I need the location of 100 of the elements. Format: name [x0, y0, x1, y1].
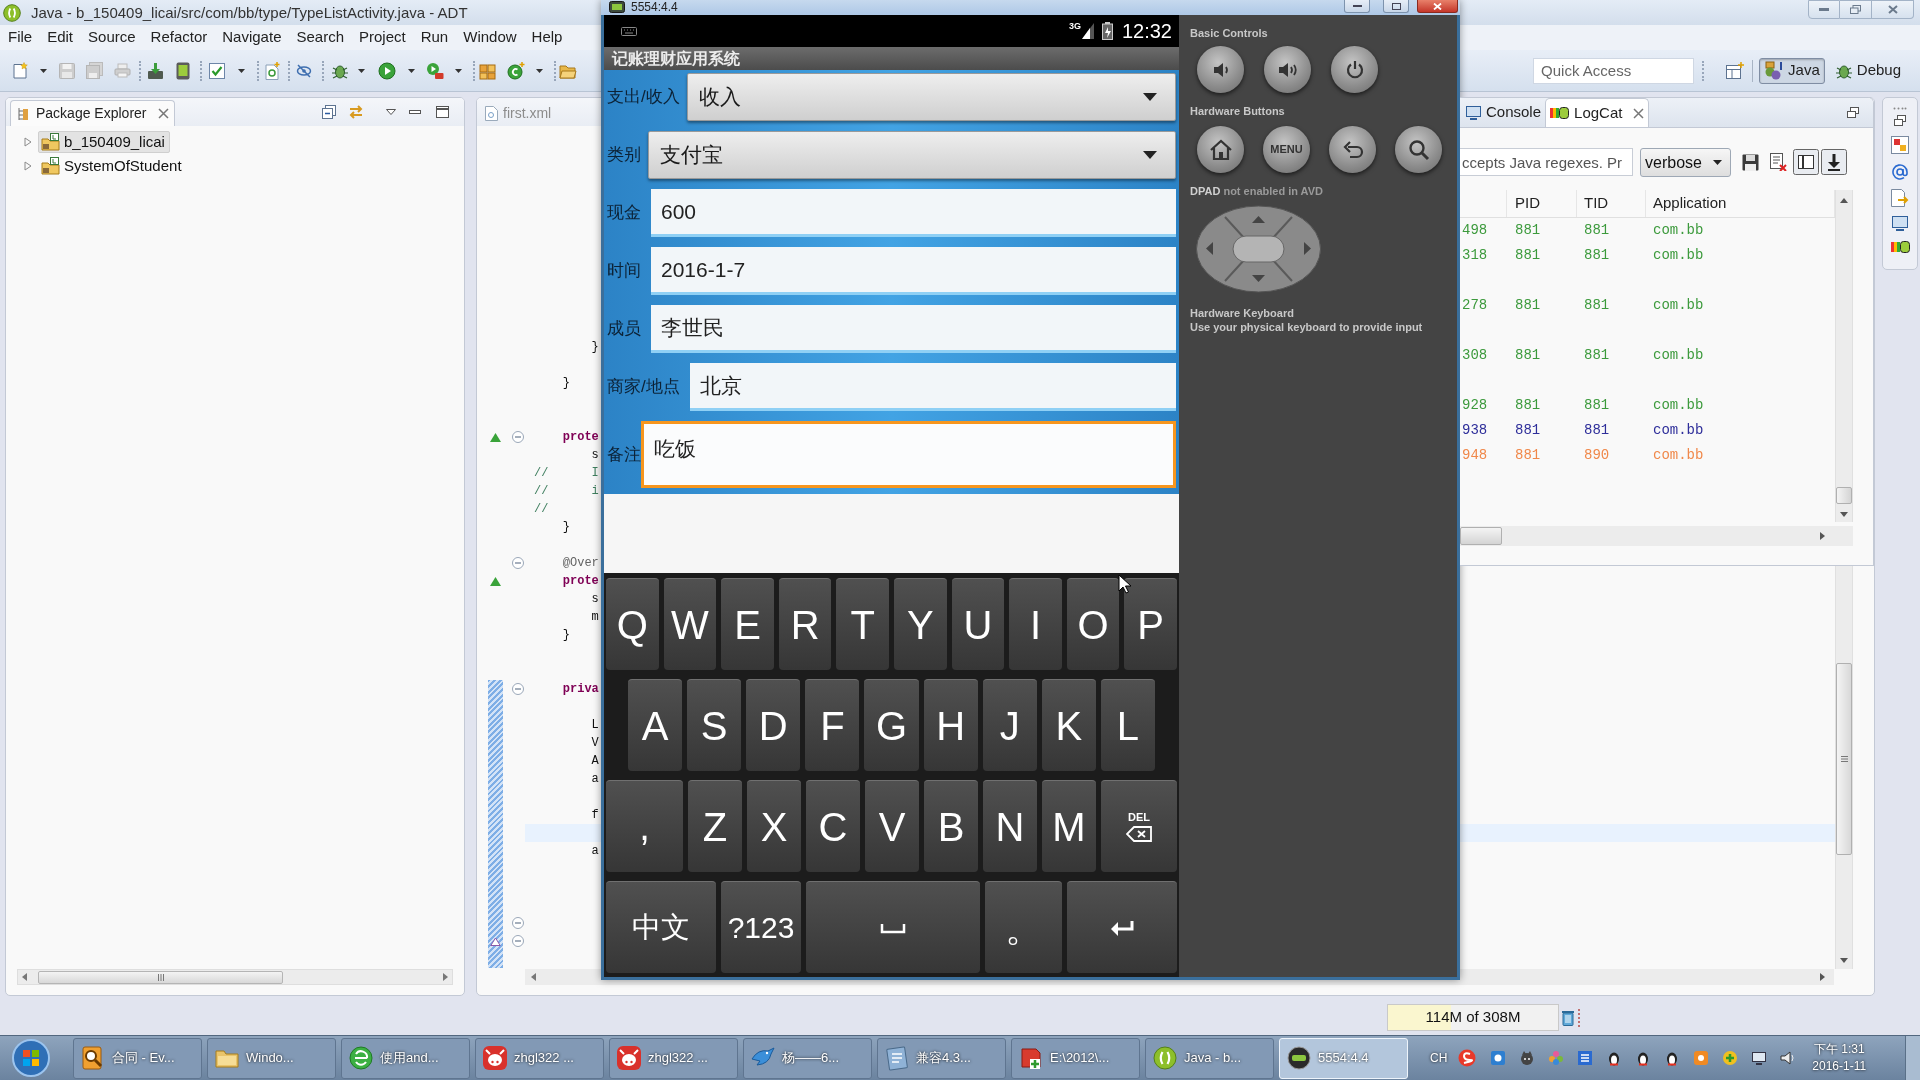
close-icon[interactable]: [157, 108, 169, 119]
menu-item[interactable]: Window: [463, 26, 517, 49]
keyboard-key[interactable]: ,: [606, 780, 683, 872]
quick-access-field[interactable]: Quick Access: [1533, 57, 1695, 84]
keyboard-key[interactable]: X: [747, 780, 801, 872]
document-star-icon[interactable]: [11, 61, 29, 80]
blocks-icon[interactable]: [479, 61, 497, 80]
keyboard-key[interactable]: K: [1041, 679, 1096, 771]
keyboard-key[interactable]: T: [836, 578, 889, 670]
perspective-button[interactable]: Debug: [1829, 57, 1906, 84]
keyboard-key[interactable]: U: [951, 578, 1005, 670]
keyboard-key[interactable]: DEL: [1101, 780, 1177, 872]
restore-icon[interactable]: [1894, 115, 1906, 126]
menu-item[interactable]: Help: [531, 26, 563, 49]
caret-icon[interactable]: [408, 68, 415, 73]
keyboard-key[interactable]: F: [805, 679, 860, 771]
menu-item[interactable]: Run: [420, 26, 449, 49]
expand-arrow-icon[interactable]: [24, 161, 32, 171]
minimize-button[interactable]: [1808, 0, 1840, 19]
download-box-icon[interactable]: [147, 61, 164, 80]
restore-icon[interactable]: [1847, 107, 1859, 118]
keyboard-key[interactable]: I: [1009, 578, 1062, 670]
at-sign-icon[interactable]: [1892, 164, 1908, 180]
caret-icon[interactable]: [40, 68, 47, 73]
close-button[interactable]: [1417, 0, 1458, 13]
keyboard-key[interactable]: A: [628, 679, 683, 771]
keyboard-key[interactable]: Z: [688, 780, 742, 872]
scroll-right-arrow-icon[interactable]: [1820, 532, 1825, 540]
volume-down-button[interactable]: [1197, 46, 1244, 93]
speaker-icon[interactable]: [1780, 1050, 1797, 1066]
filter-field[interactable]: ccepts Java regexes. Pr: [1460, 148, 1633, 176]
text-field[interactable]: 李世民: [651, 305, 1176, 353]
menu-item[interactable]: Navigate: [222, 26, 282, 49]
text-field[interactable]: 吃饭: [641, 421, 1176, 488]
keyboard-key[interactable]: D: [746, 679, 801, 771]
monitor-icon[interactable]: [1892, 216, 1908, 231]
view-tab[interactable]: Console: [1462, 98, 1546, 127]
scrollbar-thumb[interactable]: [1460, 527, 1502, 545]
network-icon[interactable]: [1751, 1050, 1768, 1066]
caret-icon[interactable]: [536, 68, 543, 73]
keyboard-key[interactable]: 。: [985, 881, 1062, 973]
keyboard-key[interactable]: Q: [606, 578, 659, 670]
caret-icon[interactable]: [455, 68, 462, 73]
square-logo-icon[interactable]: [1490, 1050, 1507, 1066]
keyboard-key[interactable]: B: [924, 780, 978, 872]
menu-item[interactable]: Search: [296, 26, 344, 49]
keyboard-key[interactable]: E: [721, 578, 774, 670]
swirl-logo-icon[interactable]: [1458, 1049, 1477, 1067]
phone-icon[interactable]: [176, 61, 190, 80]
search-button[interactable]: [1395, 126, 1442, 173]
document-cross-icon[interactable]: [1770, 153, 1787, 171]
tree-item[interactable]: b_150409_licai: [38, 131, 170, 153]
menu-item[interactable]: File: [8, 26, 33, 49]
scroll-right-arrow-icon[interactable]: [443, 973, 448, 981]
menu-item[interactable]: Refactor: [150, 26, 208, 49]
keyboard-key[interactable]: S: [687, 679, 742, 771]
text-field[interactable]: 600: [651, 189, 1176, 237]
log-level-dropdown[interactable]: verbose: [1640, 148, 1731, 177]
scrollbar-thumb[interactable]: [1836, 487, 1852, 504]
text-field[interactable]: 2016-1-7: [651, 247, 1176, 295]
perspective-button[interactable]: Java: [1759, 57, 1825, 84]
folder-icon[interactable]: [559, 62, 577, 79]
maximize-icon[interactable]: [436, 106, 449, 118]
keyboard-key[interactable]: N: [983, 780, 1037, 872]
menu-button[interactable]: MENU: [1263, 126, 1310, 173]
new-file-plus-icon[interactable]: [265, 61, 280, 80]
view-menu-icon[interactable]: [386, 109, 396, 115]
color-bars-icon[interactable]: [1890, 240, 1910, 254]
split-view-icon[interactable]: [1793, 149, 1819, 175]
keyboard-key[interactable]: L: [1100, 679, 1155, 771]
view-tab[interactable]: LogCat: [1545, 98, 1650, 127]
show-desktop-button[interactable]: [1905, 1036, 1920, 1080]
tile-icon[interactable]: [1693, 1050, 1710, 1066]
grid-squares-icon[interactable]: [1891, 136, 1909, 154]
keyboard-key[interactable]: C: [806, 780, 860, 872]
back-button[interactable]: [1329, 126, 1376, 173]
menu-item[interactable]: Source: [88, 26, 136, 49]
keyboard-key[interactable]: 中文: [606, 881, 716, 973]
dropdown[interactable]: 收入: [686, 73, 1176, 121]
view-tab[interactable]: Package Explorer: [10, 100, 175, 126]
document-arrow-icon[interactable]: [1891, 189, 1909, 207]
keyboard-key[interactable]: Y: [893, 578, 947, 670]
scroll-down-arrow-icon[interactable]: [1840, 958, 1848, 963]
home-button[interactable]: [1197, 126, 1244, 173]
checkbox-icon[interactable]: [209, 62, 225, 79]
restore-button[interactable]: [1840, 0, 1872, 19]
scroll-up-arrow-icon[interactable]: [1840, 198, 1848, 203]
list-icon[interactable]: [1577, 1050, 1594, 1066]
text-field[interactable]: 北京: [689, 363, 1176, 411]
power-button[interactable]: [1331, 46, 1378, 93]
save-icon[interactable]: [1742, 154, 1759, 171]
keyboard-key[interactable]: G: [864, 679, 919, 771]
scroll-left-arrow-icon[interactable]: [22, 973, 27, 981]
volume-up-button[interactable]: [1264, 46, 1311, 93]
column-header[interactable]: TID: [1584, 192, 1609, 215]
cat-icon[interactable]: [1519, 1050, 1536, 1066]
maximize-button[interactable]: [1383, 0, 1409, 13]
keyboard-key[interactable]: W: [663, 578, 717, 670]
keyboard-key[interactable]: V: [865, 780, 919, 872]
close-button[interactable]: [1872, 0, 1914, 19]
